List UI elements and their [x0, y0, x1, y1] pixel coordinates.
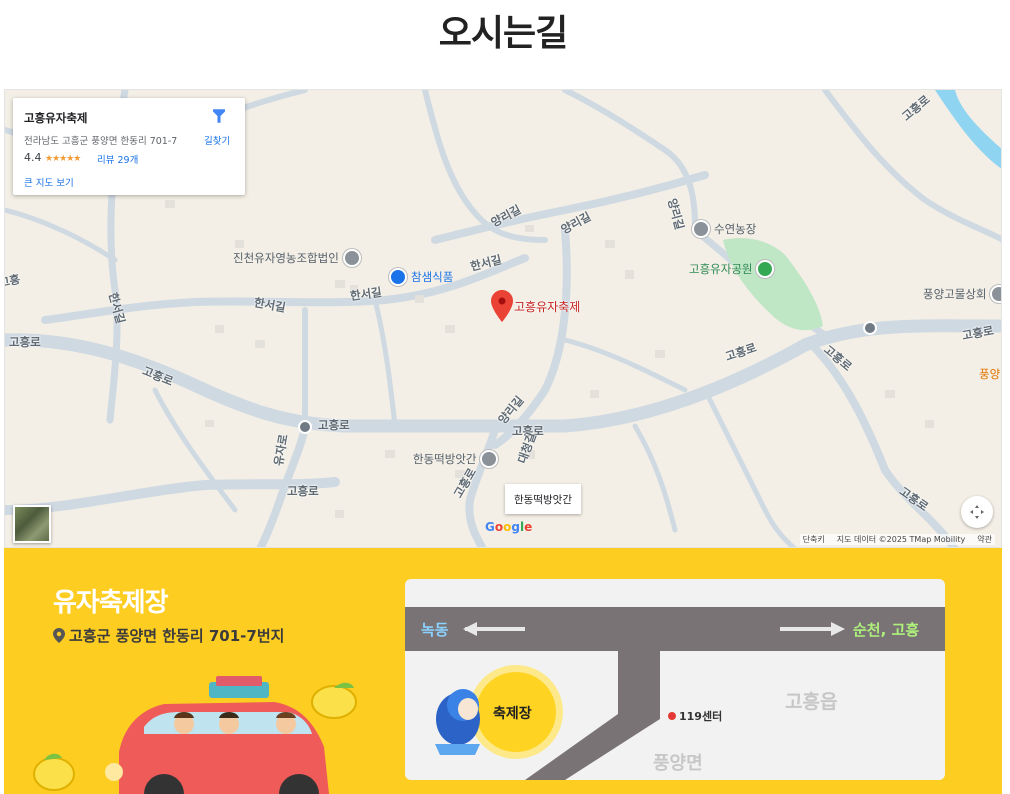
car-illustration	[33, 676, 357, 794]
road-label: 고흥로	[318, 418, 350, 432]
rating-stars: ★★★★★	[45, 154, 81, 164]
poi-jincheon[interactable]: 진천유자영농조합법인	[233, 249, 361, 267]
place-info-card: 고흥유자축제 전라남도 고흥군 풍양면 한동리 701-7 4.4 ★★★★★ …	[13, 98, 245, 195]
poi-label: 고흥유자공원	[689, 262, 753, 276]
venue-address-text: 고흥군 풍양면 한동리 701-7번지	[69, 627, 285, 645]
larger-map-link[interactable]: 큰 지도 보기	[24, 175, 74, 189]
venue-title: 유자축제장	[53, 588, 169, 618]
directions-link[interactable]: 길찾기	[204, 133, 230, 147]
poi-label: 풍양	[979, 367, 1001, 381]
directions-icon[interactable]	[210, 107, 228, 125]
place-pin-icon	[692, 220, 710, 238]
route-diagram: 녹동 순천, 고흥 축제장 119센터 고흥읍 풍양면	[405, 579, 945, 780]
map-data-text: 지도 데이터 ©2025 TMap Mobility	[836, 535, 966, 544]
fire-station-label: 119센터	[679, 710, 723, 723]
place-tooltip: 한동떡방앗간	[505, 484, 581, 514]
poi-pungyang-store[interactable]: 풍양고물상회	[923, 285, 1001, 303]
poi-suyeon[interactable]: 수연농장	[692, 220, 756, 238]
location-pin-icon	[53, 628, 65, 643]
satellite-toggle-button[interactable]	[13, 505, 51, 543]
place-pin-icon	[990, 285, 1001, 303]
bus-stop-icon[interactable]	[863, 321, 877, 335]
route-dest-right: 순천, 고흥	[853, 621, 920, 639]
venue-address: 고흥군 풍양면 한동리 701-7번지	[53, 625, 284, 646]
festival-venue-banner: 유자축제장 고흥군 풍양면 한동리 701-7번지 녹동 순천, 고흥 축제장 …	[4, 548, 1002, 794]
poi-pungyang-edge[interactable]: 풍양	[979, 366, 1000, 382]
route-dest-left: 녹동	[421, 621, 449, 639]
rating-value: 4.4	[24, 151, 42, 164]
keyboard-shortcuts-link[interactable]: 단축키	[803, 534, 825, 545]
place-rating: 4.4 ★★★★★	[24, 151, 81, 164]
fullscreen-icon	[970, 505, 984, 519]
place-address: 전라남도 고흥군 풍양면 한동리 701-7	[24, 136, 178, 147]
google-logo: Google	[485, 520, 533, 534]
poi-yuja-park[interactable]: 고흥유자공원	[689, 260, 775, 278]
reviews-link[interactable]: 리뷰 29개	[97, 152, 138, 166]
festival-site-label: 축제장	[493, 706, 532, 722]
page-title: 오시는길	[438, 13, 568, 54]
road-label: 고흥로	[287, 484, 319, 498]
map-attribution: 단축키 지도 데이터 ©2025 TMap Mobility 약관	[799, 534, 995, 545]
place-pin-icon	[342, 249, 361, 267]
poi-label: 수연농장	[714, 222, 757, 236]
terms-link[interactable]: 약관	[977, 534, 992, 545]
tree-icon	[756, 260, 775, 278]
poi-label: 풍양고물상회	[923, 287, 987, 301]
poi-label: 참샘식품	[411, 270, 454, 284]
poi-label: 한동떡방앗간	[413, 452, 477, 466]
shopping-cart-icon	[389, 268, 407, 286]
pungyang-myeon-label: 풍양면	[653, 753, 703, 774]
marker-label: 고흥유자축제	[514, 300, 581, 314]
road-label: 고흥로	[9, 335, 41, 349]
google-map[interactable]: 고흥로 고흥로 고흥로 고흥로 고흥로 고흥로 고흥로 고흥로 고흥로 고흥로 …	[4, 89, 1002, 548]
bus-stop-icon[interactable]	[298, 420, 312, 434]
place-pin-icon	[480, 450, 499, 468]
poi-chamsaem[interactable]: 참샘식품	[389, 268, 453, 286]
goheung-eup-label: 고흥읍	[785, 691, 838, 713]
poi-label: 진천유자영농조합법인	[233, 251, 339, 265]
location-marker-icon[interactable]	[491, 290, 513, 322]
poi-handong[interactable]: 한동떡방앗간	[413, 450, 499, 468]
place-name: 고흥유자축제	[24, 111, 88, 125]
fullscreen-button[interactable]	[961, 496, 993, 528]
